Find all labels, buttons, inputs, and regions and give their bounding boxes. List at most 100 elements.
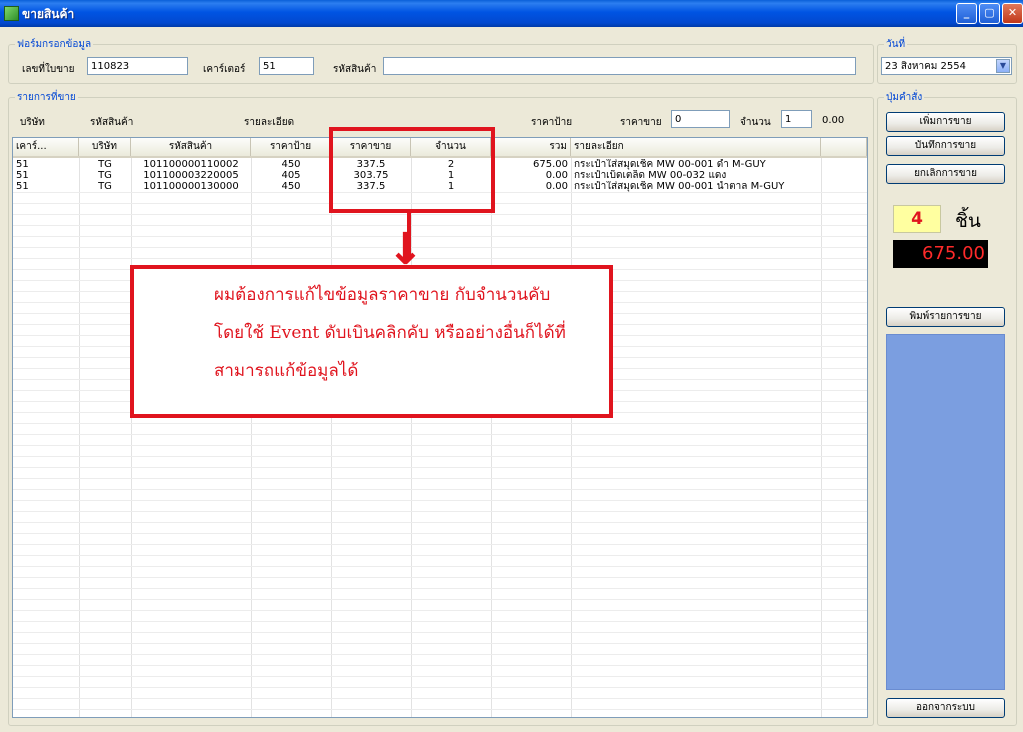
- grid-line: [13, 522, 867, 523]
- column-header-total[interactable]: รวม: [491, 138, 571, 156]
- cell-detail[interactable]: กระเป๋าใส่สมุดเช็ค MW 00-001 น้ำตาล M-GU…: [571, 181, 821, 192]
- grid-line: [13, 588, 867, 589]
- app-icon: [4, 6, 19, 21]
- grid-line: [13, 214, 867, 215]
- cell-tag-price[interactable]: 450: [251, 181, 331, 192]
- cell-product-code[interactable]: 101100000110002: [131, 159, 251, 170]
- grid-line: [331, 158, 332, 717]
- grid-line: [13, 665, 867, 666]
- column-header-product-code[interactable]: รหัสสินค้า: [131, 138, 251, 156]
- quantity-field[interactable]: 1: [781, 110, 812, 128]
- date-picker[interactable]: 23 สิงหาคม 2554 ▼: [881, 57, 1012, 75]
- column-header-counter[interactable]: เคาร์...: [13, 138, 79, 156]
- company-label: บริษัท: [20, 117, 45, 128]
- sell-price-field[interactable]: 0: [671, 110, 730, 128]
- grid-line: [13, 236, 867, 237]
- print-sales-button[interactable]: พิมพ์รายการขาย: [886, 307, 1005, 327]
- grid-line: [13, 423, 867, 424]
- window-title: ขายสินค้า: [22, 7, 75, 21]
- item-count-display: 4: [893, 205, 941, 233]
- grid-line: [13, 632, 867, 633]
- grid-line: [13, 676, 867, 677]
- add-sale-button[interactable]: เพิ่มการขาย: [886, 112, 1005, 132]
- grid-line: [13, 621, 867, 622]
- column-header-company[interactable]: บริษัท: [79, 138, 131, 156]
- cancel-sale-button[interactable]: ยกเลิกการขาย: [886, 164, 1005, 184]
- grid-line: [13, 599, 867, 600]
- title-bar[interactable]: ขายสินค้า _ ▢ ✕: [0, 0, 1023, 27]
- annotation-note: ผมต้องการแก้ไขข้อมูลราคาขาย กับจำนวนคับ …: [130, 265, 613, 418]
- total-display: 675.00: [893, 240, 988, 268]
- grid-line: [13, 544, 867, 545]
- grid-line: [571, 158, 572, 717]
- cell-company[interactable]: TG: [79, 170, 131, 181]
- side-panel: [886, 334, 1005, 690]
- grid-line: [13, 533, 867, 534]
- input-form-group-label: ฟอร์มกรอกข้อมูล: [15, 37, 94, 52]
- grid-line: [13, 225, 867, 226]
- grid-line: [13, 478, 867, 479]
- cell-counter[interactable]: 51: [13, 170, 79, 181]
- cell-detail[interactable]: กระเป๋าเบ็ดเตล็ด MW 00-032 แดง: [571, 170, 821, 181]
- cell-product-code[interactable]: 101100000130000: [131, 181, 251, 192]
- product-code-label: รหัสสินค้า: [333, 64, 377, 75]
- date-value: 23 สิงหาคม 2554: [885, 61, 967, 72]
- annotation-line-2: โดยใช้ Event ดับเบินคลิกคับ หรืออย่างอื่…: [214, 323, 566, 343]
- grid-line: [13, 687, 867, 688]
- date-group-label: วันที่: [884, 37, 908, 52]
- cell-tag-price[interactable]: 405: [251, 170, 331, 181]
- command-group-label: ปุ่มคำสั่ง: [884, 90, 925, 105]
- cell-company[interactable]: TG: [79, 159, 131, 170]
- column-header-detail[interactable]: รายละเอียก: [571, 138, 821, 156]
- grid-line: [13, 709, 867, 710]
- grid-line: [13, 643, 867, 644]
- cell-total[interactable]: 0.00: [491, 170, 571, 181]
- grid-line: [13, 511, 867, 512]
- annotation-line-3: สามารถแก้ข้อมูลได้: [214, 361, 359, 381]
- chevron-down-icon[interactable]: ▼: [996, 59, 1010, 73]
- grid-line: [13, 247, 867, 248]
- item-unit-label: ชิ้น: [955, 210, 981, 232]
- cell-tag-price[interactable]: 450: [251, 159, 331, 170]
- cell-counter[interactable]: 51: [13, 181, 79, 192]
- grid-line: [13, 467, 867, 468]
- sales-grid[interactable]: เคาร์... บริษัท รหัสสินค้า ราคาป้าย ราคา…: [12, 137, 868, 718]
- grid-line: [13, 500, 867, 501]
- cell-detail[interactable]: กระเป๋าใส่สมุดเช็ค MW 00-001 ดำ M-GUY: [571, 159, 821, 170]
- grid-line: [13, 456, 867, 457]
- close-button[interactable]: ✕: [1002, 3, 1023, 24]
- invoice-number-field[interactable]: 110823: [87, 57, 188, 75]
- grid-line: [13, 489, 867, 490]
- grid-line: [13, 555, 867, 556]
- highlight-box: [329, 127, 495, 213]
- grid-line: [79, 158, 80, 717]
- save-sale-button[interactable]: บันทึกการขาย: [886, 136, 1005, 156]
- product-label: รหัสสินค้า: [90, 117, 134, 128]
- column-header-extra[interactable]: [821, 138, 867, 156]
- cell-counter[interactable]: 51: [13, 159, 79, 170]
- detail-label: รายละเอียด: [244, 117, 295, 128]
- minimize-button[interactable]: _: [956, 3, 977, 24]
- grid-line: [13, 258, 867, 259]
- grid-line: [13, 434, 867, 435]
- counter-field[interactable]: 51: [259, 57, 314, 75]
- cell-total[interactable]: 675.00: [491, 159, 571, 170]
- grid-line: [13, 445, 867, 446]
- product-code-field[interactable]: [383, 57, 856, 75]
- grid-line: [251, 158, 252, 717]
- grid-line: [13, 610, 867, 611]
- maximize-button[interactable]: ▢: [979, 3, 1000, 24]
- exit-button[interactable]: ออกจากระบบ: [886, 698, 1005, 718]
- counter-label: เคาร์เตอร์: [203, 64, 246, 75]
- sale-items-group-label: รายการที่ขาย: [15, 90, 78, 105]
- cell-product-code[interactable]: 101100003220005: [131, 170, 251, 181]
- grid-line: [131, 158, 132, 717]
- grid-line: [13, 577, 867, 578]
- annotation-line-1: ผมต้องการแก้ไขข้อมูลราคาขาย กับจำนวนคับ: [214, 285, 551, 305]
- column-header-tag-price[interactable]: ราคาป้าย: [251, 138, 331, 156]
- cell-company[interactable]: TG: [79, 181, 131, 192]
- cell-total[interactable]: 0.00: [491, 181, 571, 192]
- grid-line: [491, 158, 492, 717]
- amount-value: 0.00: [822, 115, 845, 126]
- grid-line: [13, 698, 867, 699]
